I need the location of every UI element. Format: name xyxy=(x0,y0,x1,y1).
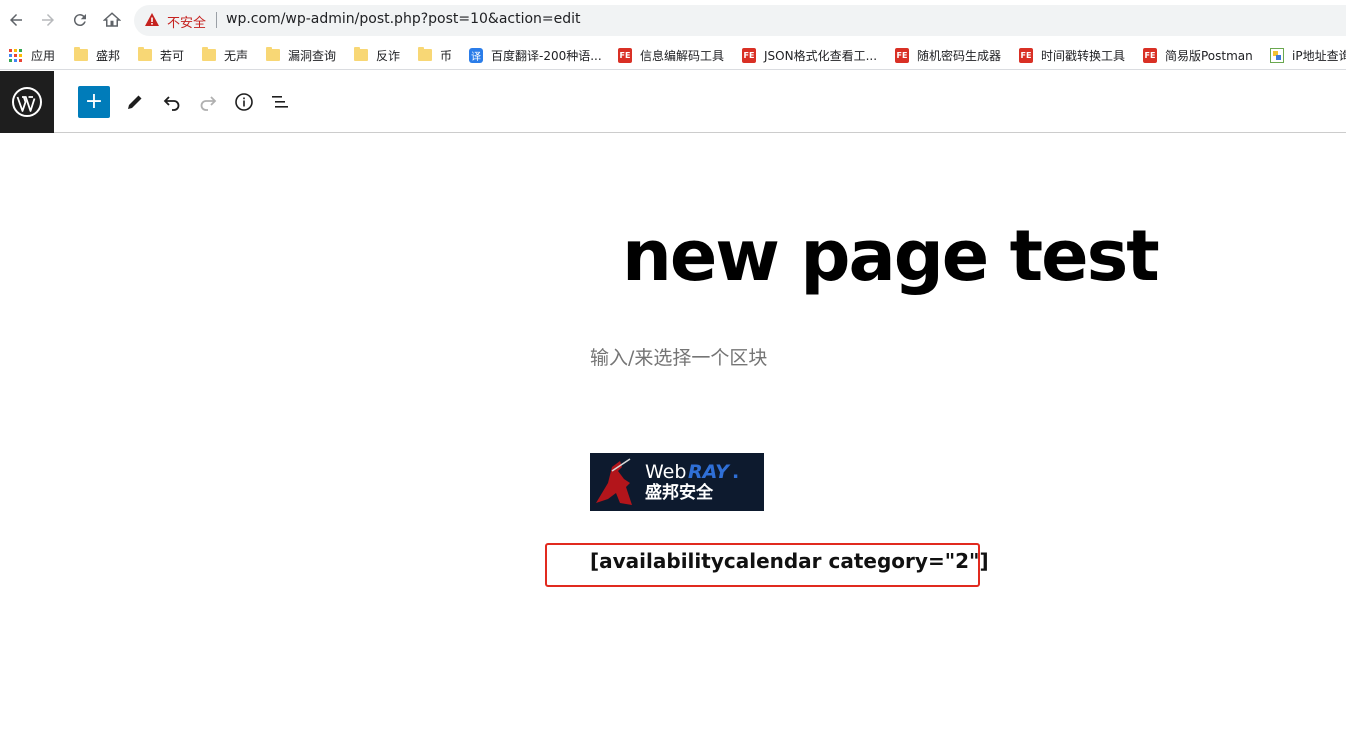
ip-lookup-icon xyxy=(1270,47,1284,63)
bookmark-label: 时间戳转换工具 xyxy=(1041,48,1126,63)
fe-tool-icon: FE xyxy=(618,47,632,63)
folder-icon xyxy=(354,47,368,61)
fe-tool-icon: FE xyxy=(895,47,909,63)
bookmark-simple-postman[interactable]: FE 简易版Postman xyxy=(1143,45,1253,65)
list-outline-icon xyxy=(272,96,288,108)
address-bar[interactable]: 不安全 wp.com/wp-admin/post.php?post=10&act… xyxy=(134,5,1346,36)
home-button[interactable] xyxy=(96,4,128,36)
url-text[interactable]: wp.com/wp-admin/post.php?post=10&action=… xyxy=(226,11,581,27)
bookmark-label: 若可 xyxy=(160,48,185,63)
warning-icon[interactable] xyxy=(144,12,160,28)
bookmark-label: 盛邦 xyxy=(96,48,121,63)
home-icon xyxy=(103,12,121,27)
list-view-button[interactable] xyxy=(264,86,296,118)
folder-icon xyxy=(74,47,88,61)
security-status-label[interactable]: 不安全 xyxy=(167,12,206,31)
bookmark-label: 漏洞查询 xyxy=(288,48,337,63)
bookmark-folder-vuln-lookup[interactable]: 漏洞查询 xyxy=(266,45,336,65)
folder-icon xyxy=(138,47,152,61)
bookmark-folder-wusheng[interactable]: 无声 xyxy=(202,45,248,65)
bookmark-folder-anti-fraud[interactable]: 反诈 xyxy=(354,45,400,65)
bookmark-encode-decode-tool[interactable]: FE 信息编解码工具 xyxy=(618,45,724,65)
bookmark-label: 信息编解码工具 xyxy=(640,48,725,63)
editor-header: + xyxy=(0,71,1346,133)
bookmark-label: 百度翻译-200种语... xyxy=(491,48,602,63)
webray-logo-icon: Web RAY . 盛邦安全 xyxy=(590,453,764,511)
folder-icon xyxy=(202,47,216,61)
add-block-button[interactable]: + xyxy=(78,86,110,118)
post-title[interactable]: new page test xyxy=(622,206,1160,306)
redo-icon xyxy=(200,96,217,111)
bookmark-timestamp-converter[interactable]: FE 时间戳转换工具 xyxy=(1019,45,1125,65)
info-icon xyxy=(235,93,253,111)
bookmark-password-generator[interactable]: FE 随机密码生成器 xyxy=(895,45,1001,65)
back-button[interactable] xyxy=(0,4,32,36)
undo-button[interactable] xyxy=(156,86,188,118)
bookmark-label: 币 xyxy=(440,48,453,63)
address-bar-divider xyxy=(216,12,217,28)
bookmark-label: 应用 xyxy=(31,48,56,63)
logo-latin-prefix: Web xyxy=(645,461,686,483)
logo-latin-suffix: RAY xyxy=(688,461,731,483)
arrow-left-icon xyxy=(10,14,22,26)
logo-latin-mark: . xyxy=(732,461,739,483)
reload-icon xyxy=(73,14,86,27)
bookmark-label: 简易版Postman xyxy=(1165,48,1253,63)
bookmark-json-viewer[interactable]: FE JSON格式化查看工... xyxy=(742,45,877,65)
edit-mode-button[interactable] xyxy=(119,86,151,118)
bookmark-folder-shengbang[interactable]: 盛邦 xyxy=(74,45,120,65)
block-placeholder[interactable]: 输入/来选择一个区块 xyxy=(590,343,767,370)
bookmark-baidu-translate[interactable]: 译 百度翻译-200种语... xyxy=(469,45,602,65)
bookmark-label: 随机密码生成器 xyxy=(917,48,1002,63)
bookmark-label: iP地址查询 xyxy=(1292,48,1346,63)
apps-grid-icon xyxy=(9,48,23,62)
translate-icon: 译 xyxy=(469,47,483,63)
pencil-icon xyxy=(128,95,142,109)
bookmark-label: 无声 xyxy=(224,48,249,63)
bookmark-label: 反诈 xyxy=(376,48,401,63)
bookmark-ip-lookup[interactable]: iP地址查询 xyxy=(1270,45,1346,65)
redo-button[interactable] xyxy=(192,86,224,118)
browser-toolbar: 不安全 wp.com/wp-admin/post.php?post=10&act… xyxy=(0,0,1346,40)
undo-icon xyxy=(163,96,180,111)
forward-button[interactable] xyxy=(32,4,64,36)
fe-tool-icon: FE xyxy=(742,47,756,63)
shortcode-paragraph[interactable]: [availabilitycalendar category="2"] xyxy=(590,549,989,573)
bookmark-label: JSON格式化查看工... xyxy=(764,48,878,63)
logo-chinese-text: 盛邦安全 xyxy=(645,482,714,503)
bookmark-folder-ruoke[interactable]: 若可 xyxy=(138,45,184,65)
wordpress-logo-icon xyxy=(12,87,42,117)
bookmark-apps[interactable]: 应用 xyxy=(9,45,55,65)
folder-icon xyxy=(418,47,432,61)
details-button[interactable] xyxy=(228,86,260,118)
fe-tool-icon: FE xyxy=(1143,47,1157,63)
reload-button[interactable] xyxy=(64,4,96,36)
folder-icon xyxy=(266,47,280,61)
bookmarks-bar: 应用 盛邦 若可 无声 漏洞查询 反诈 币 译 百度翻译-200种语... FE… xyxy=(0,40,1346,70)
fe-tool-icon: FE xyxy=(1019,47,1033,63)
wordpress-logo-button[interactable] xyxy=(0,71,54,133)
arrow-right-icon xyxy=(42,14,54,26)
bookmark-folder-coin[interactable]: 币 xyxy=(418,45,452,65)
image-block-webray-logo[interactable]: Web RAY . 盛邦安全 xyxy=(590,453,764,511)
